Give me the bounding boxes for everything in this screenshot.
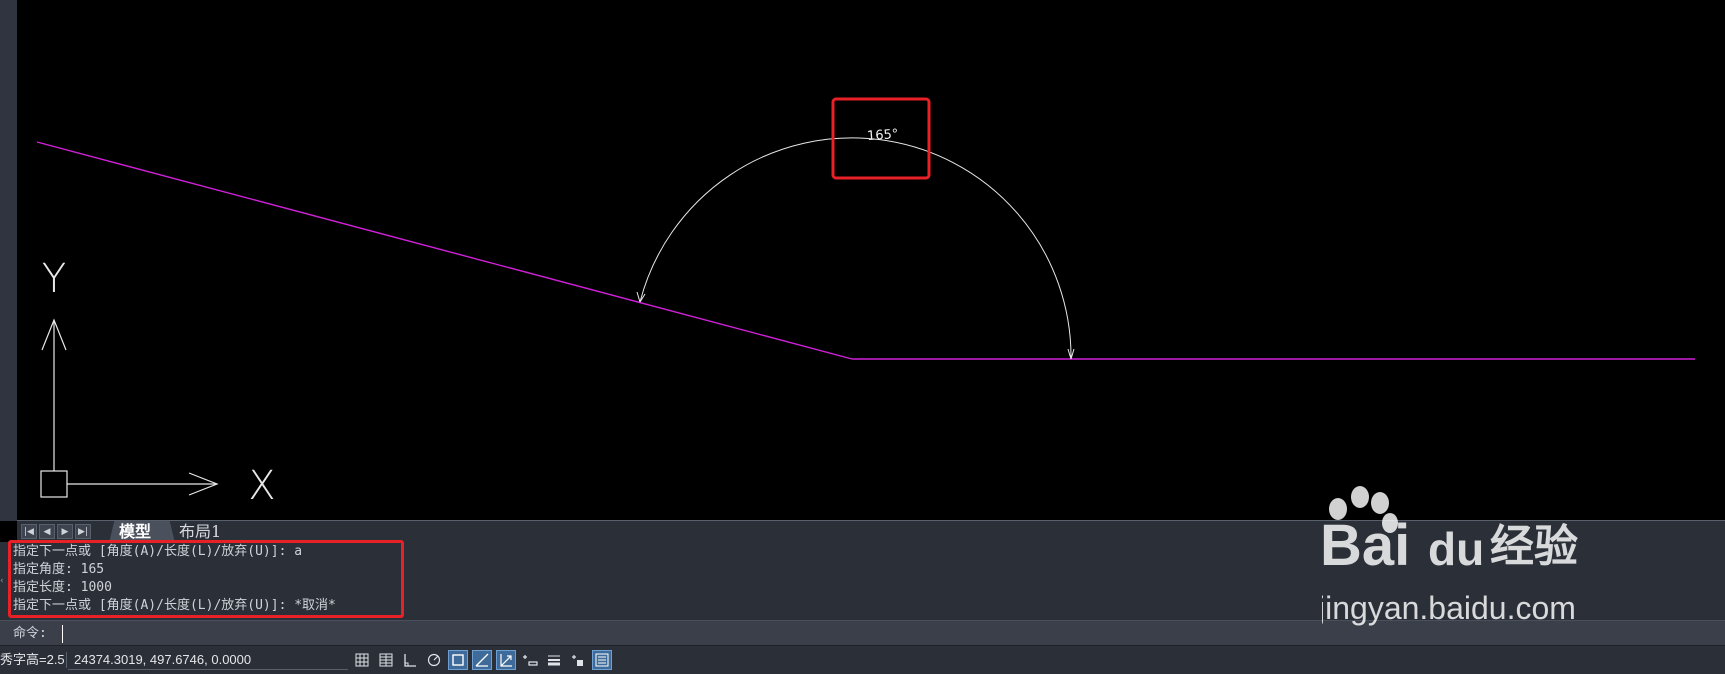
status-bar: 秀字高=2.5 24374.3019, 497.6746, 0.0000	[0, 645, 1725, 674]
next-tab-icon[interactable]: ▶	[57, 524, 73, 539]
command-history-line: 指定下一点或 [角度(A)/长度(L)/放弃(U)]: *取消*	[13, 598, 336, 613]
ortho-icon[interactable]	[400, 650, 420, 670]
command-input-row: 命令:	[0, 620, 1725, 646]
layout-tab-bar: |◀ ◀ ▶ ▶| 模型 布局1	[17, 520, 1725, 543]
command-input[interactable]	[62, 625, 663, 643]
angle-dimension-arc[interactable]	[639, 137, 1072, 360]
axis-y-label: Y	[42, 256, 66, 302]
polyline-segment-slanted[interactable]	[36, 141, 853, 360]
tab-layout1[interactable]: 布局1	[169, 521, 239, 543]
command-panel-collapse-icon[interactable]: ‹	[0, 542, 7, 620]
drawing-canvas[interactable]: 165° Y X	[17, 0, 1725, 520]
command-prompt-label: 命令:	[13, 626, 47, 641]
first-tab-icon[interactable]: |◀	[21, 524, 37, 539]
axis-x-label: X	[248, 463, 275, 509]
snap-grid-icon[interactable]	[376, 650, 396, 670]
coordinates-readout[interactable]: 24374.3019, 497.6746, 0.0000	[74, 652, 251, 668]
command-history-line: 指定角度: 165	[13, 562, 105, 577]
prev-tab-icon[interactable]: ◀	[39, 524, 55, 539]
quick-properties-icon[interactable]	[592, 650, 612, 670]
tab-model[interactable]: 模型	[109, 521, 175, 543]
cad-application-window: 165° Y X |◀ ◀ ▶ ▶| 模型 布局1 指定下一点或 [角度(A)/…	[0, 0, 1725, 674]
drawing-svg: 165° Y X	[36, 97, 1695, 509]
left-edge-panel	[0, 0, 17, 521]
lineweight-icon[interactable]	[544, 650, 564, 670]
command-history-line: 指定长度: 1000	[13, 580, 112, 595]
last-tab-icon[interactable]: ▶|	[75, 524, 91, 539]
dynamic-ucs-icon[interactable]	[496, 650, 516, 670]
status-divider	[66, 652, 67, 668]
osnap-icon[interactable]	[448, 650, 468, 670]
grid-display-icon[interactable]	[352, 650, 372, 670]
ucs-axis-icon	[40, 318, 219, 498]
text-height-readout: 秀字高=2.5	[0, 652, 65, 667]
polar-icon[interactable]	[424, 650, 444, 670]
command-history-line: 指定下一点或 [角度(A)/长度(L)/放弃(U)]: a	[13, 544, 303, 559]
otrack-icon[interactable]	[472, 650, 492, 670]
angle-dimension-text[interactable]: 165°	[867, 127, 899, 144]
coordinates-underline	[68, 669, 348, 670]
dynamic-input-icon[interactable]	[520, 650, 540, 670]
command-history-panel: 指定下一点或 [角度(A)/长度(L)/放弃(U)]: a 指定角度: 165 …	[0, 542, 1725, 620]
transparency-icon[interactable]	[568, 650, 588, 670]
